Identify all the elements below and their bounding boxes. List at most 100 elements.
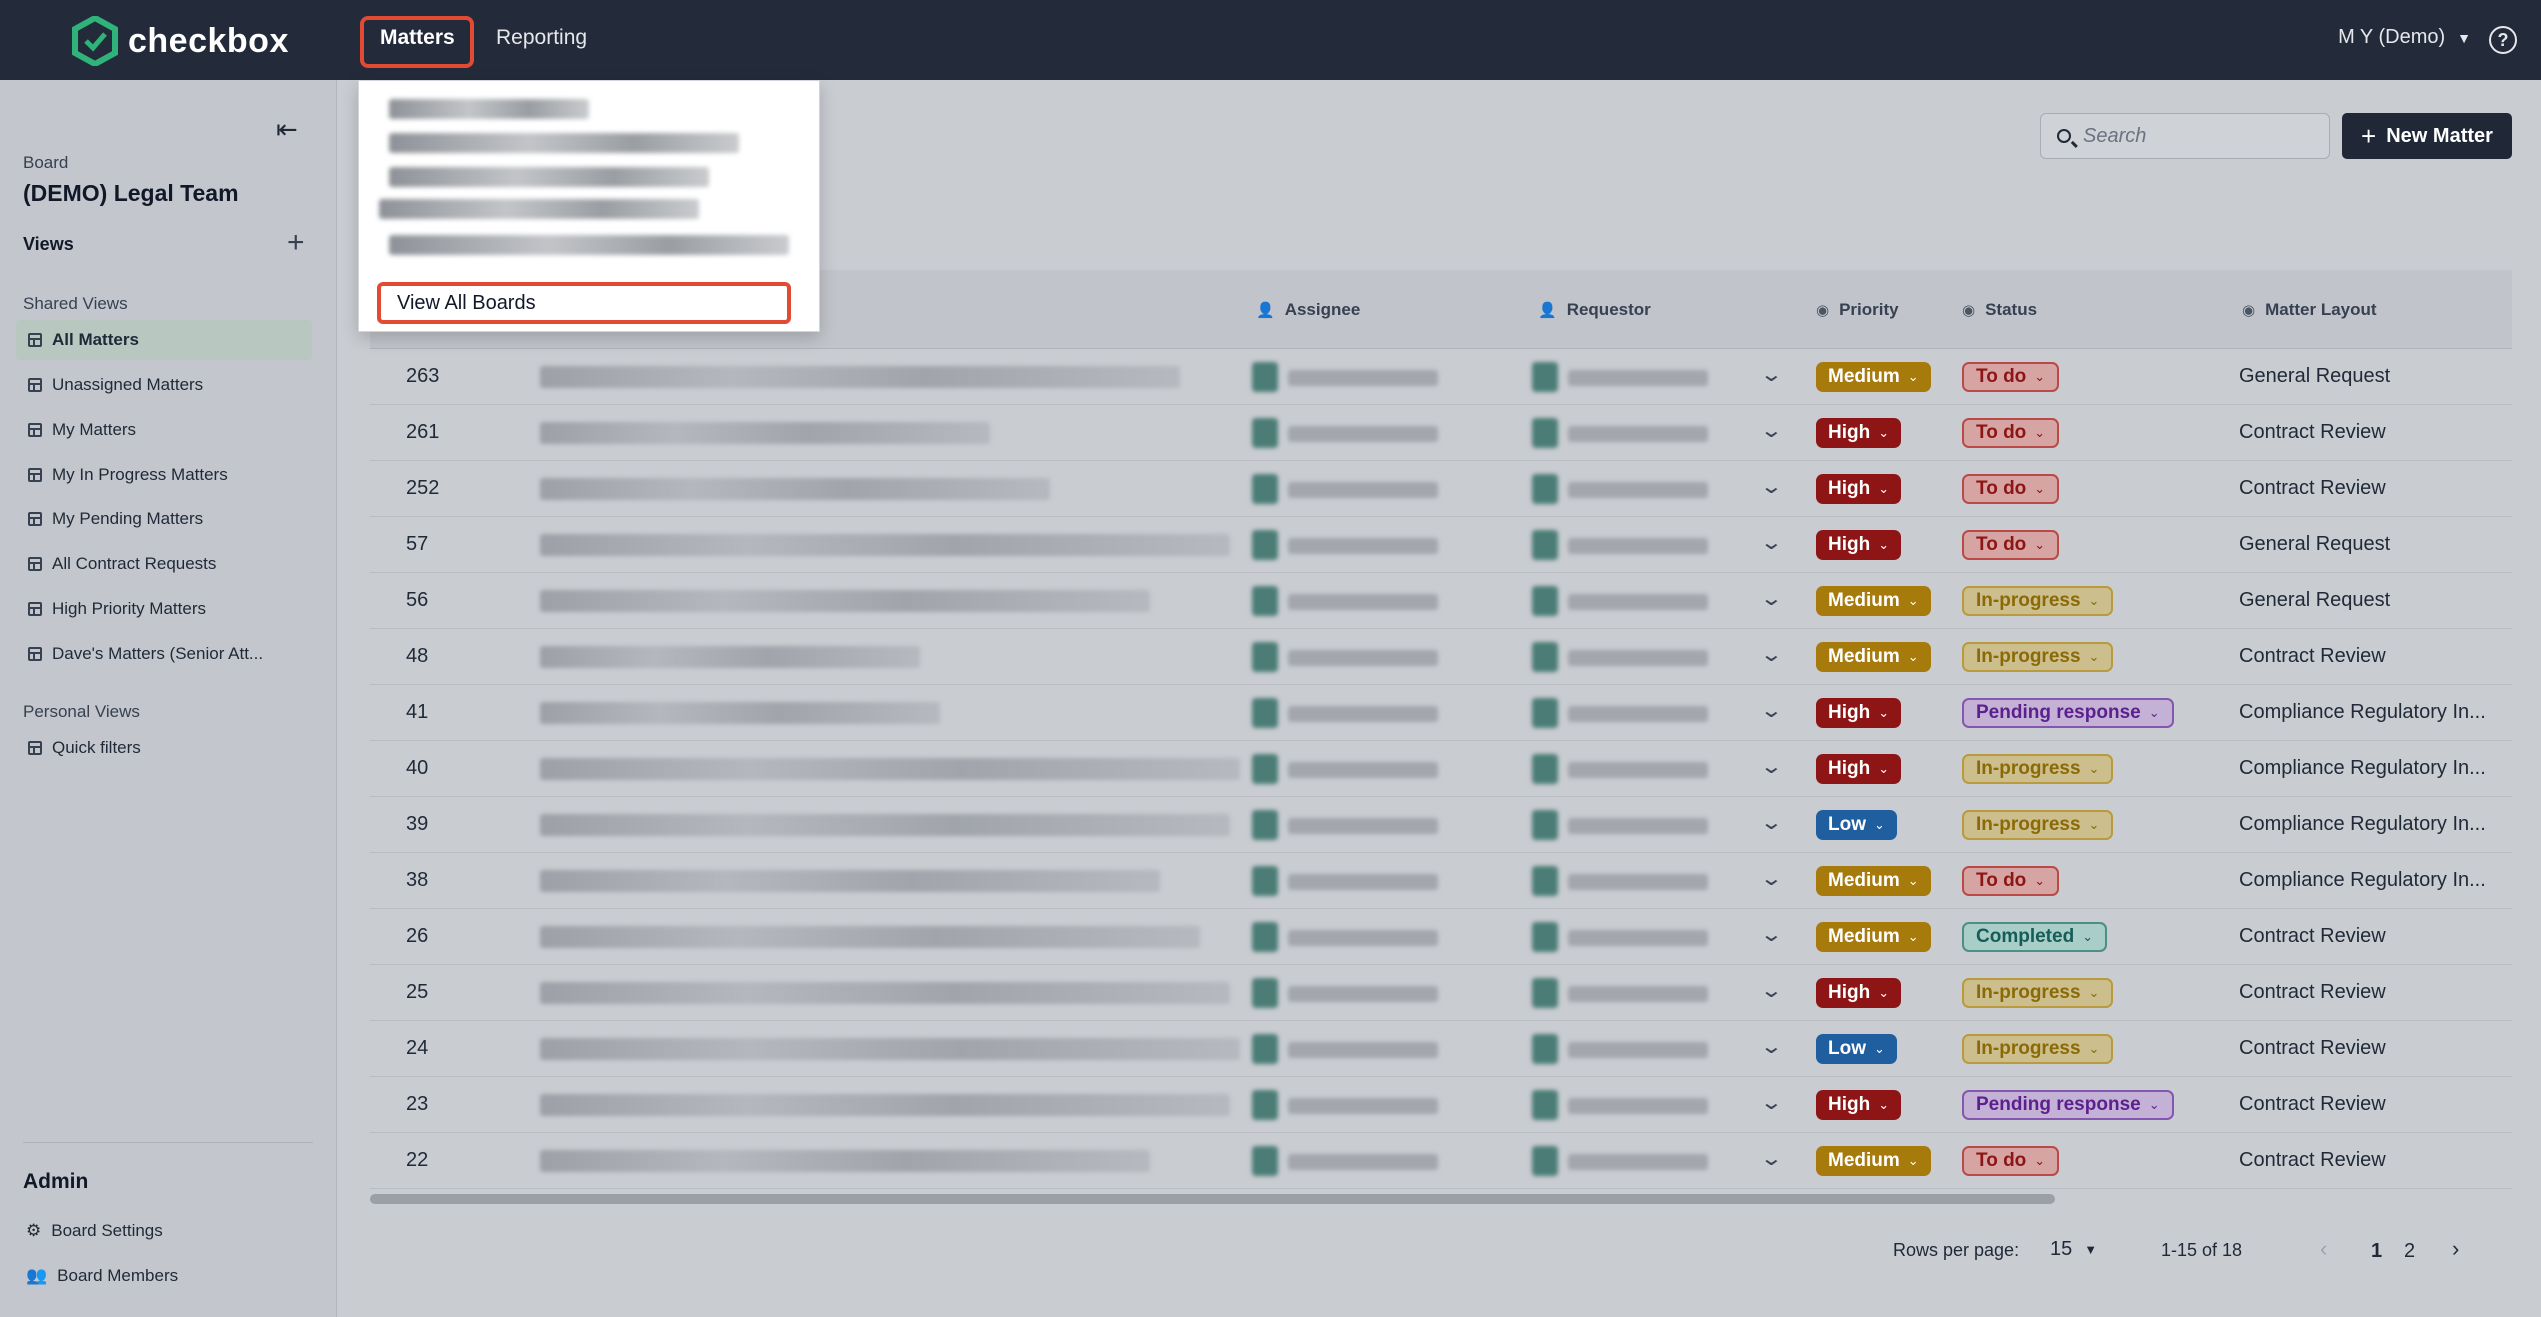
board-option[interactable]: [379, 199, 699, 219]
table-row[interactable]: 38 ⌄ Medium ⌄ To do ⌄ Compliance Regulatory In…: [370, 852, 2512, 909]
priority-badge[interactable]: High ⌄: [1816, 530, 1902, 560]
help-icon[interactable]: ?: [2489, 26, 2517, 54]
priority-badge[interactable]: Low ⌄: [1816, 810, 1897, 840]
priority-badge[interactable]: Medium ⌄: [1816, 642, 1931, 672]
matter-title-redacted[interactable]: [540, 1150, 1150, 1172]
column-header-requestor[interactable]: 👤 Requestor: [1538, 300, 1651, 320]
table-row[interactable]: 22 ⌄ Medium ⌄ To do ⌄ Contract Review: [370, 1132, 2512, 1189]
status-badge[interactable]: To do ⌄: [1962, 418, 2060, 448]
priority-badge[interactable]: Medium ⌄: [1816, 586, 1931, 616]
expand-row-icon[interactable]: ⌄: [1760, 922, 1783, 947]
status-badge[interactable]: Completed ⌄: [1962, 922, 2108, 952]
user-menu[interactable]: M Y (Demo) ▼: [2338, 26, 2471, 49]
page-2-button[interactable]: 2: [2404, 1240, 2415, 1263]
status-badge[interactable]: In-progress ⌄: [1962, 642, 2114, 672]
priority-badge[interactable]: Low ⌄: [1816, 1034, 1897, 1064]
matter-title-redacted[interactable]: [540, 870, 1160, 892]
status-badge[interactable]: Pending response ⌄: [1962, 698, 2174, 728]
table-row[interactable]: 261 ⌄ High ⌄ To do ⌄ Contract Review: [370, 404, 2512, 461]
add-view-icon[interactable]: +: [287, 226, 305, 260]
status-badge[interactable]: In-progress ⌄: [1962, 754, 2114, 784]
board-option[interactable]: [389, 235, 789, 255]
matter-title-redacted[interactable]: [540, 478, 1050, 500]
expand-row-icon[interactable]: ⌄: [1760, 586, 1783, 611]
column-header-priority[interactable]: ◉ Priority: [1816, 300, 1899, 320]
table-row[interactable]: 23 ⌄ High ⌄ Pending response ⌄ Contract Review: [370, 1076, 2512, 1133]
table-row[interactable]: 40 ⌄ High ⌄ In-progress ⌄ Compliance Regulator…: [370, 740, 2512, 797]
expand-row-icon[interactable]: ⌄: [1760, 754, 1783, 779]
status-badge[interactable]: In-progress ⌄: [1962, 1034, 2114, 1064]
sidebar-item-board-members[interactable]: 👥 Board Members: [26, 1266, 178, 1286]
sidebar-item-daves-matters[interactable]: Dave's Matters (Senior Att...: [16, 634, 312, 674]
priority-badge[interactable]: High ⌄: [1816, 418, 1902, 448]
table-row[interactable]: 56 ⌄ Medium ⌄ In-progress ⌄ General Request: [370, 572, 2512, 629]
board-option[interactable]: [389, 99, 589, 119]
new-matter-button[interactable]: + New Matter: [2342, 113, 2512, 159]
matter-title-redacted[interactable]: [540, 1038, 1240, 1060]
table-row[interactable]: 39 ⌄ Low ⌄ In-progress ⌄ Compliance Regulatory…: [370, 796, 2512, 853]
expand-row-icon[interactable]: ⌄: [1760, 1146, 1783, 1171]
priority-badge[interactable]: High ⌄: [1816, 754, 1902, 784]
expand-row-icon[interactable]: ⌄: [1760, 642, 1783, 667]
expand-row-icon[interactable]: ⌄: [1760, 530, 1783, 555]
sidebar-item-quick-filters[interactable]: Quick filters: [16, 728, 312, 768]
expand-row-icon[interactable]: ⌄: [1760, 978, 1783, 1003]
expand-row-icon[interactable]: ⌄: [1760, 698, 1783, 723]
priority-badge[interactable]: Medium ⌄: [1816, 1146, 1931, 1176]
status-badge[interactable]: In-progress ⌄: [1962, 810, 2114, 840]
expand-row-icon[interactable]: ⌄: [1760, 362, 1783, 387]
nav-reporting[interactable]: Reporting: [496, 26, 587, 50]
priority-badge[interactable]: Medium ⌄: [1816, 866, 1931, 896]
sidebar-item-all-contract-requests[interactable]: All Contract Requests: [16, 544, 312, 584]
column-header-assignee[interactable]: 👤 Assignee: [1256, 300, 1360, 320]
status-badge[interactable]: In-progress ⌄: [1962, 978, 2114, 1008]
table-row[interactable]: 263 ⌄ Medium ⌄ To do ⌄ General Request: [370, 348, 2512, 405]
priority-badge[interactable]: Medium ⌄: [1816, 922, 1931, 952]
priority-badge[interactable]: High ⌄: [1816, 978, 1902, 1008]
sidebar-item-my-pending-matters[interactable]: My Pending Matters: [16, 499, 312, 539]
matter-title-redacted[interactable]: [540, 1094, 1230, 1116]
table-row[interactable]: 26 ⌄ Medium ⌄ Completed ⌄ Contract Review: [370, 908, 2512, 965]
status-badge[interactable]: To do ⌄: [1962, 1146, 2060, 1176]
expand-row-icon[interactable]: ⌄: [1760, 474, 1783, 499]
matter-title-redacted[interactable]: [540, 534, 1230, 556]
table-row[interactable]: 24 ⌄ Low ⌄ In-progress ⌄ Contract Review: [370, 1020, 2512, 1077]
matter-title-redacted[interactable]: [540, 590, 1150, 612]
sidebar-item-my-matters[interactable]: My Matters: [16, 410, 312, 450]
sidebar-item-high-priority-matters[interactable]: High Priority Matters: [16, 589, 312, 629]
matter-title-redacted[interactable]: [540, 814, 1230, 836]
priority-badge[interactable]: High ⌄: [1816, 1090, 1902, 1120]
matter-title-redacted[interactable]: [540, 758, 1240, 780]
page-1-button[interactable]: 1: [2371, 1240, 2382, 1263]
priority-badge[interactable]: High ⌄: [1816, 474, 1902, 504]
collapse-sidebar-icon[interactable]: ⇤: [276, 114, 298, 145]
table-row[interactable]: 48 ⌄ Medium ⌄ In-progress ⌄ Contract Review: [370, 628, 2512, 685]
table-row[interactable]: 57 ⌄ High ⌄ To do ⌄ General Request: [370, 516, 2512, 573]
expand-row-icon[interactable]: ⌄: [1760, 1034, 1783, 1059]
view-all-boards-button[interactable]: View All Boards: [377, 282, 791, 324]
search-input[interactable]: Search: [2040, 113, 2330, 159]
matter-title-redacted[interactable]: [540, 366, 1180, 388]
matter-title-redacted[interactable]: [540, 646, 920, 668]
status-badge[interactable]: To do ⌄: [1962, 474, 2060, 504]
table-row[interactable]: 25 ⌄ High ⌄ In-progress ⌄ Contract Review: [370, 964, 2512, 1021]
sidebar-item-all-matters[interactable]: All Matters: [16, 320, 312, 360]
expand-row-icon[interactable]: ⌄: [1760, 810, 1783, 835]
horizontal-scrollbar[interactable]: [370, 1194, 2055, 1204]
matter-title-redacted[interactable]: [540, 982, 1230, 1004]
matter-title-redacted[interactable]: [540, 702, 940, 724]
expand-row-icon[interactable]: ⌄: [1760, 418, 1783, 443]
nav-matters[interactable]: Matters: [380, 26, 455, 50]
expand-row-icon[interactable]: ⌄: [1760, 866, 1783, 891]
table-row[interactable]: 41 ⌄ High ⌄ Pending response ⌄ Compliance Regu…: [370, 684, 2512, 741]
previous-page-icon[interactable]: ‹: [2320, 1236, 2327, 1262]
board-name[interactable]: (DEMO) Legal Team: [23, 180, 239, 207]
status-badge[interactable]: In-progress ⌄: [1962, 586, 2114, 616]
sidebar-item-board-settings[interactable]: ⚙ Board Settings: [26, 1221, 163, 1241]
expand-row-icon[interactable]: ⌄: [1760, 1090, 1783, 1115]
status-badge[interactable]: To do ⌄: [1962, 866, 2060, 896]
sidebar-item-unassigned-matters[interactable]: Unassigned Matters: [16, 365, 312, 405]
matter-title-redacted[interactable]: [540, 422, 990, 444]
priority-badge[interactable]: Medium ⌄: [1816, 362, 1931, 392]
checkbox-logo[interactable]: checkbox: [72, 16, 289, 66]
